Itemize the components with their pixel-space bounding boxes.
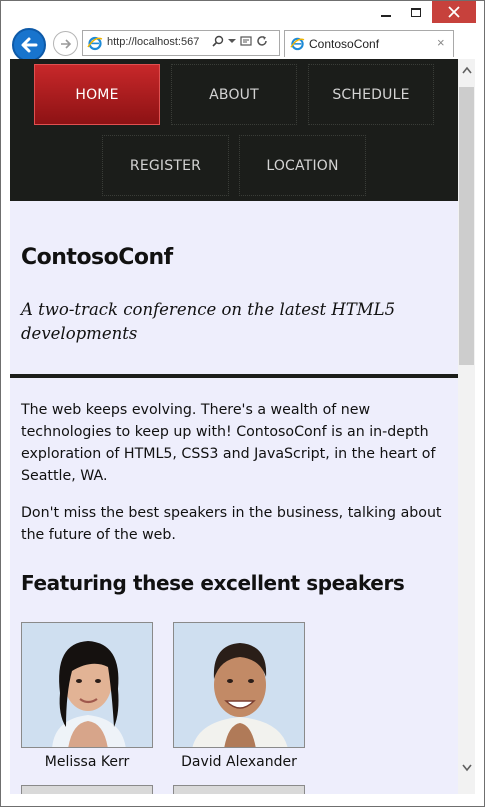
refresh-icon[interactable] (256, 35, 268, 47)
minimize-button[interactable] (372, 1, 400, 23)
ie-logo-icon (290, 37, 305, 51)
speaker-portrait-image (22, 623, 152, 747)
speaker-card[interactable]: Melissa Kerr (21, 622, 153, 770)
address-url: http://localhost:567 (107, 36, 200, 48)
page-viewport: HOME ABOUT SCHEDULE REGISTER LOCATION Co… (10, 59, 458, 794)
nav-schedule[interactable]: SCHEDULE (308, 64, 434, 125)
scrollbar-thumb[interactable] (459, 87, 474, 365)
forward-button[interactable] (53, 31, 78, 56)
speaker-name: David Alexander (181, 754, 297, 770)
speakers-paragraph: Don't miss the best speakers in the busi… (21, 505, 442, 543)
address-bar[interactable]: http://localhost:567 (82, 30, 280, 56)
back-arrow-icon (21, 37, 38, 53)
nav-register[interactable]: REGISTER (102, 135, 229, 196)
forward-arrow-icon (60, 38, 71, 49)
speaker-photo[interactable] (173, 622, 305, 748)
intro-paragraph: The web keeps evolving. There's a wealth… (21, 402, 436, 484)
close-window-button[interactable] (432, 1, 476, 23)
close-icon (448, 6, 460, 18)
scroll-up-button[interactable] (458, 66, 475, 80)
maximize-icon (411, 7, 421, 17)
navigation-bar: http://localhost:567 ContosoConf × (1, 27, 484, 62)
tab-title: ContosoConf (309, 37, 380, 51)
nav-home[interactable]: HOME (34, 64, 160, 125)
speaker-photo[interactable] (21, 785, 153, 794)
vertical-scrollbar[interactable] (458, 59, 475, 794)
speaker-photo[interactable] (21, 622, 153, 748)
compat-view-icon[interactable] (240, 35, 252, 47)
header-divider (10, 374, 458, 378)
speaker-photo[interactable] (173, 785, 305, 794)
speaker-portrait-image (174, 623, 304, 747)
scroll-down-button[interactable] (458, 764, 475, 778)
minimize-icon (381, 15, 391, 17)
browser-window: http://localhost:567 ContosoConf × HOME … (0, 0, 485, 807)
nav-location[interactable]: LOCATION (239, 135, 366, 196)
search-icon[interactable] (212, 35, 224, 47)
browser-tab[interactable]: ContosoConf × (284, 30, 454, 57)
nav-about[interactable]: ABOUT (171, 64, 297, 125)
site-tagline: A two-track conference on the latest HTM… (21, 300, 396, 343)
ie-logo-icon (87, 36, 103, 51)
site-title: ContosoConf (21, 245, 173, 270)
chevron-down-icon (461, 764, 472, 772)
speaker-card[interactable]: David Alexander (173, 622, 305, 770)
speakers-heading: Featuring these excellent speakers (21, 571, 405, 595)
title-bar (1, 1, 484, 27)
back-button[interactable] (12, 28, 46, 62)
dropdown-arrow-icon[interactable] (228, 38, 236, 44)
site-navigation: HOME ABOUT SCHEDULE REGISTER LOCATION (10, 59, 458, 201)
speaker-name: Melissa Kerr (44, 754, 130, 770)
close-tab-icon[interactable]: × (437, 35, 445, 50)
maximize-button[interactable] (402, 1, 430, 23)
chevron-up-icon (461, 66, 472, 74)
